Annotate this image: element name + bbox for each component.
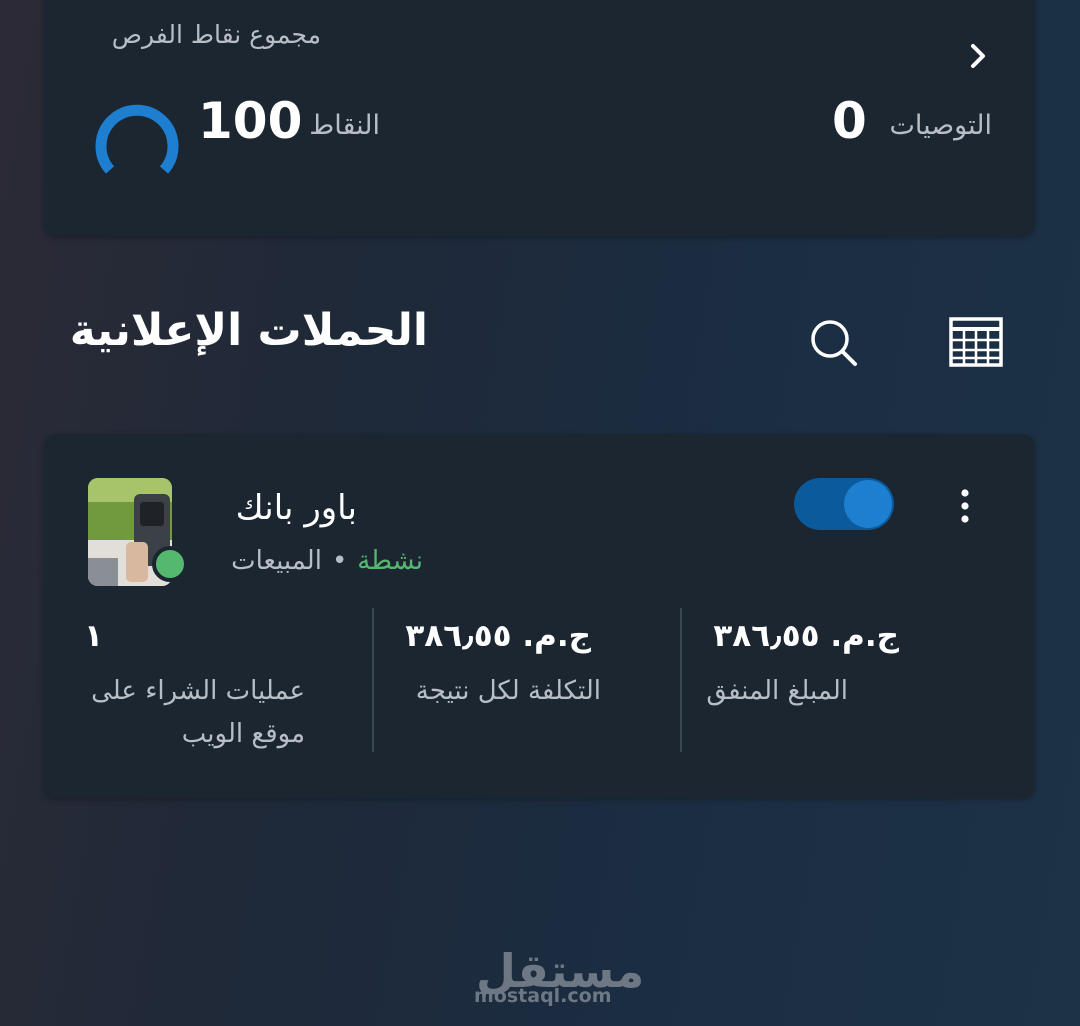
campaigns-section-title: الحملات الإعلانية — [69, 305, 428, 356]
campaign-card[interactable]: باور بانك نشطة • المبيعات ج.م. ٣٨٦٫٥٥ المب… — [44, 434, 1035, 798]
campaign-toggle[interactable] — [794, 478, 894, 530]
search-icon[interactable] — [806, 315, 860, 369]
chevron-right-icon[interactable] — [964, 38, 992, 74]
points-value: 100 — [198, 92, 303, 150]
metric-divider — [372, 608, 374, 752]
watermark-url: mostaql.com — [474, 985, 612, 1007]
table-icon[interactable] — [948, 316, 1004, 368]
website-purchases-value: ١ — [84, 618, 103, 654]
campaign-status: نشطة — [357, 546, 423, 576]
campaign-meta: نشطة • المبيعات — [231, 546, 423, 576]
amount-spent-label: المبلغ المنفق — [706, 676, 848, 706]
opportunity-score-card[interactable]: مجموع نقاط الفرص 100 النقاط 0 التوصيات — [44, 0, 1035, 236]
more-vertical-icon[interactable] — [949, 486, 981, 526]
campaign-objective: المبيعات — [231, 546, 322, 576]
recommendations-value: 0 — [832, 92, 867, 150]
meta-separator: • — [331, 546, 348, 576]
amount-spent-value: ج.م. ٣٨٦٫٥٥ — [713, 618, 899, 654]
points-label: النقاط — [309, 110, 380, 141]
score-gauge-icon — [95, 104, 179, 174]
campaign-name[interactable]: باور بانك — [236, 488, 357, 528]
website-purchases-label: عمليات الشراء على موقع الويب — [91, 676, 305, 749]
recommendations-label: التوصيات — [889, 110, 992, 141]
active-status-dot — [152, 546, 188, 582]
cost-per-result-label: التكلفة لكل نتيجة — [415, 676, 601, 706]
toggle-knob — [844, 480, 892, 528]
metric-divider — [680, 608, 682, 752]
opportunity-score-title: مجموع نقاط الفرص — [111, 20, 321, 49]
cost-per-result-value: ج.م. ٣٨٦٫٥٥ — [405, 618, 591, 654]
